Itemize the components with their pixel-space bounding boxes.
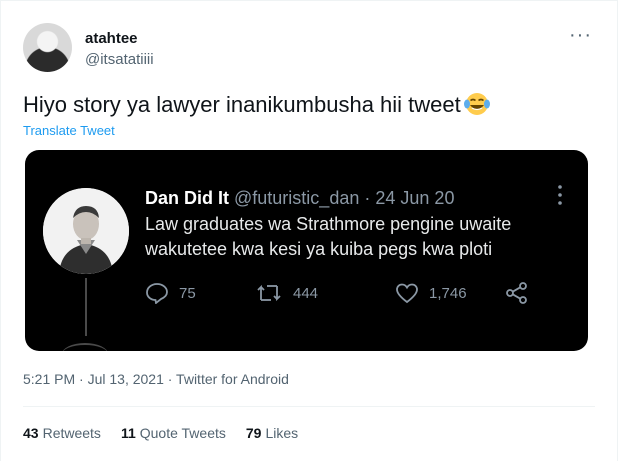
embedded-like: 1,746 xyxy=(395,282,467,304)
likes-label: Likes xyxy=(265,425,299,441)
embedded-retweet-count: 444 xyxy=(293,284,319,302)
embedded-text: Law graduates wa Strathmore pengine uwai… xyxy=(145,214,512,259)
embedded-more-icon xyxy=(558,185,562,205)
quote-tweets-label: Quote Tweets xyxy=(139,425,226,441)
quote-tweets-stat[interactable]: 11 Quote Tweets xyxy=(121,425,226,441)
retweets-stat[interactable]: 43 Retweets xyxy=(23,425,101,441)
author-avatar[interactable] xyxy=(23,23,72,72)
reply-icon xyxy=(146,283,168,304)
likes-stat[interactable]: 79 Likes xyxy=(246,425,298,441)
tweet-timestamp[interactable]: 5:21 PM · Jul 13, 2021 · Twitter for And… xyxy=(23,371,289,387)
embedded-reply: 75 xyxy=(145,282,196,304)
more-options-icon[interactable]: ··· xyxy=(569,25,592,45)
retweets-count: 43 xyxy=(23,425,39,441)
translate-tweet-link[interactable]: Translate Tweet xyxy=(23,123,115,138)
tweet-card: atahtee @itsatatiiii ··· Hiyo story ya l… xyxy=(0,0,618,461)
likes-count: 79 xyxy=(245,425,262,441)
embedded-tweet-image[interactable]: Dan Did It @futuristic_dan · 24 Jun 20 L… xyxy=(25,150,588,351)
embedded-like-count: 1,746 xyxy=(429,284,467,302)
author-handle[interactable]: @itsatatiiii xyxy=(85,51,154,68)
embedded-actions: 75 444 1,746 xyxy=(145,282,565,306)
embedded-header: Dan Did It @futuristic_dan · 24 Jun 20 xyxy=(145,188,454,209)
tweet-text: Hiyo story ya lawyer inanikumbusha hii t… xyxy=(23,90,491,119)
tweet-text-content: Hiyo story ya lawyer inanikumbusha hii t… xyxy=(23,92,461,117)
embedded-avatar xyxy=(43,188,129,274)
person-portrait-icon xyxy=(43,188,129,274)
embedded-name: Dan Did It xyxy=(145,188,229,208)
retweets-label: Retweets xyxy=(42,425,101,441)
embedded-share xyxy=(505,282,539,304)
embedded-separator: · xyxy=(364,188,371,208)
thread-next-avatar-edge xyxy=(62,343,108,351)
retweet-icon xyxy=(257,284,281,302)
share-icon xyxy=(506,282,527,304)
left-border xyxy=(0,0,1,461)
heart-icon xyxy=(396,283,418,304)
embedded-date: 24 Jun 20 xyxy=(375,188,455,208)
stats-divider xyxy=(23,406,595,407)
author-name[interactable]: atahtee xyxy=(85,30,138,47)
top-divider xyxy=(0,0,618,1)
embedded-retweet: 444 xyxy=(255,282,318,304)
thread-line xyxy=(85,278,87,336)
engagement-stats: 43 Retweets 11 Quote Tweets 79 Likes xyxy=(23,425,318,441)
embedded-reply-count: 75 xyxy=(179,284,196,302)
tears-of-joy-emoji-icon xyxy=(463,93,490,115)
quote-tweets-count: 11 xyxy=(120,425,136,441)
embedded-handle: @futuristic_dan xyxy=(234,188,360,208)
